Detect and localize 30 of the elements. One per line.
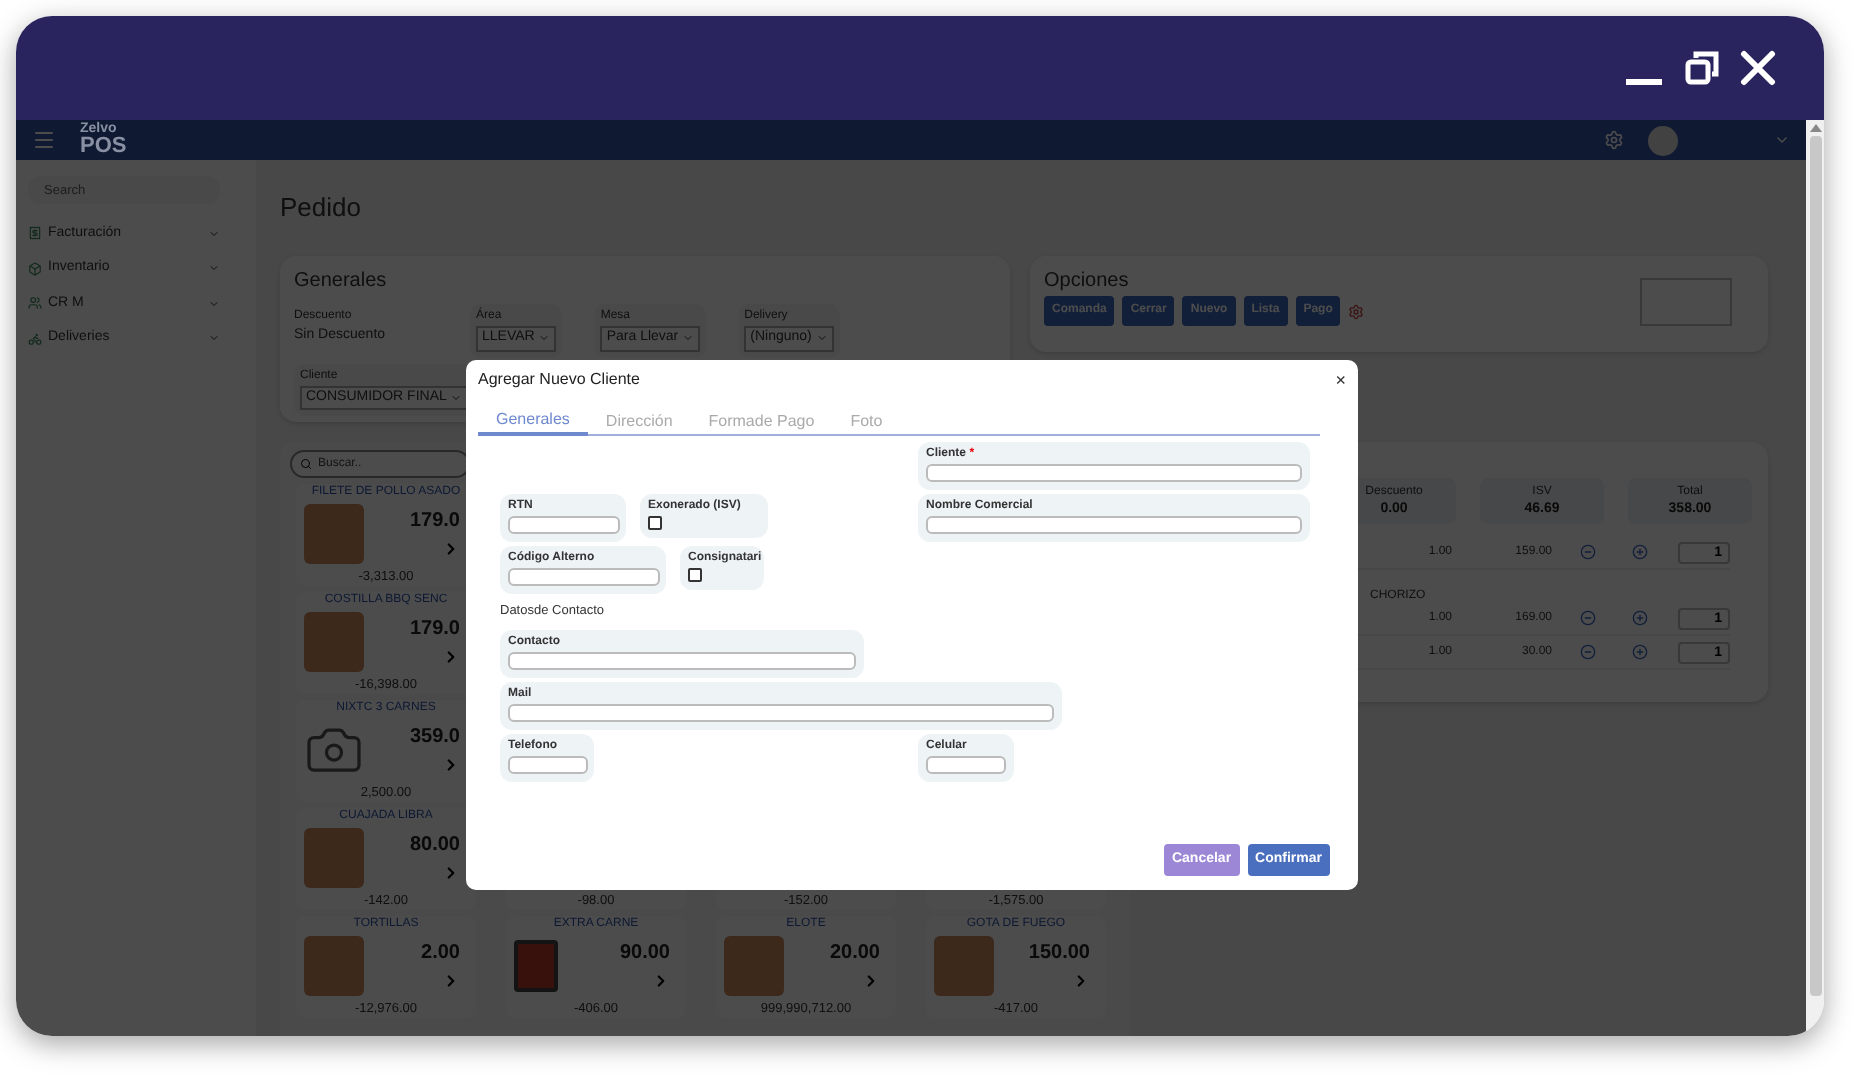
logo-text: POS (80, 136, 127, 158)
card-title: Generales (294, 268, 389, 296)
card-title: Opciones (1044, 268, 1131, 296)
restore-icon[interactable] (1684, 50, 1720, 86)
input-field[interactable] (508, 568, 660, 586)
product-price: 179.0 (409, 619, 460, 640)
input-field[interactable] (926, 755, 1006, 774)
input-field[interactable] (508, 755, 588, 774)
product-price: 90.00 (619, 943, 670, 964)
product-price: 150.00 (1028, 943, 1090, 964)
product-price: 80.00 (409, 835, 460, 856)
checkbox[interactable] (688, 568, 702, 582)
input-field[interactable] (926, 464, 1302, 482)
product-price: 179.0 (409, 511, 460, 532)
dialog-title: Agregar Nuevo Cliente (478, 368, 640, 392)
tab[interactable]: Formade Pago (690, 408, 833, 436)
input-field[interactable] (926, 516, 1302, 534)
input-field[interactable] (508, 651, 856, 670)
tab[interactable]: Generales (478, 408, 588, 436)
checkbox[interactable] (648, 516, 662, 530)
input-field[interactable] (508, 703, 1054, 722)
close-icon[interactable] (1740, 50, 1776, 86)
close-button[interactable]: × (1335, 371, 1346, 389)
tab[interactable]: Foto (832, 408, 901, 436)
product-price: 359.0 (409, 727, 460, 748)
input-field[interactable] (508, 516, 620, 534)
page-title: Pedido (280, 194, 363, 220)
product-price: 20.00 (829, 943, 880, 964)
tab[interactable]: Dirección (587, 408, 691, 436)
product-price: 2.00 (421, 943, 460, 964)
